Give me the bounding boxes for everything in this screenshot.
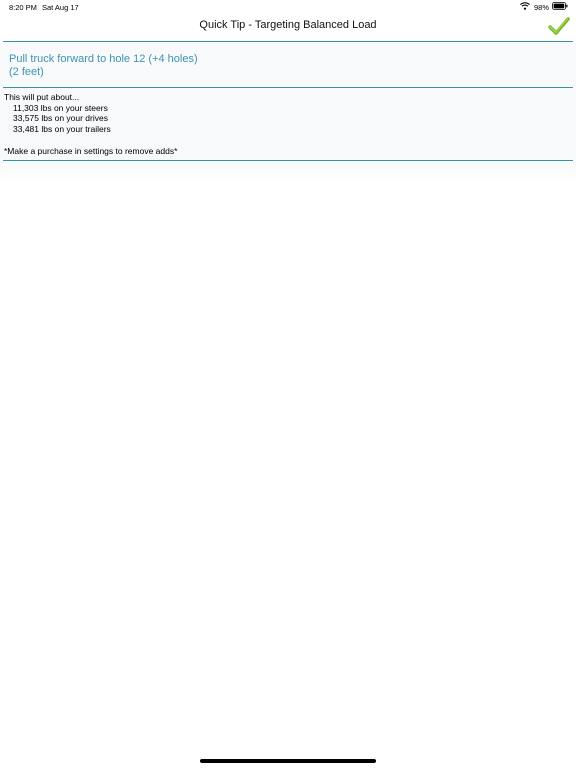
checkmark-icon — [548, 17, 570, 35]
status-indicators: 98% — [520, 2, 568, 12]
home-indicator[interactable] — [200, 759, 376, 763]
status-date: Sat Aug 17 — [42, 3, 79, 12]
drives-weight: 33,575 lbs on your drives — [13, 113, 108, 124]
load-intro: This will put about... — [4, 92, 80, 102]
done-button[interactable] — [547, 14, 571, 38]
quick-tip-screen: 8:20 PM Sat Aug 17 98% Quick Tip - Targe… — [0, 0, 576, 768]
tip-action-line: Pull truck forward to hole 12 (+4 holes) — [9, 53, 198, 65]
status-time: 8:20 PM — [9, 3, 37, 12]
battery-percent: 98% — [533, 2, 549, 12]
load-details-section: This will put about... 11,303 lbs on you… — [0, 88, 576, 160]
tip-distance-line: (2 feet) — [9, 66, 44, 78]
section-shadow — [0, 161, 576, 185]
purchase-note: *Make a purchase in settings to remove a… — [4, 146, 178, 156]
tip-action-section: Pull truck forward to hole 12 (+4 holes)… — [0, 42, 576, 87]
battery-icon — [552, 2, 568, 12]
steers-weight: 11,303 lbs on your steers — [13, 102, 108, 113]
status-bar: 8:20 PM Sat Aug 17 98% — [0, 0, 576, 14]
load-details-text: This will put about... 11,303 lbs on you… — [4, 92, 111, 135]
navigation-bar: Quick Tip - Targeting Balanced Load — [0, 14, 576, 42]
trailers-weight: 33,481 lbs on your trailers — [13, 124, 111, 135]
page-title: Quick Tip - Targeting Balanced Load — [199, 19, 377, 31]
wifi-icon — [520, 2, 530, 12]
tip-action-text: Pull truck forward to hole 12 (+4 holes)… — [9, 53, 198, 79]
